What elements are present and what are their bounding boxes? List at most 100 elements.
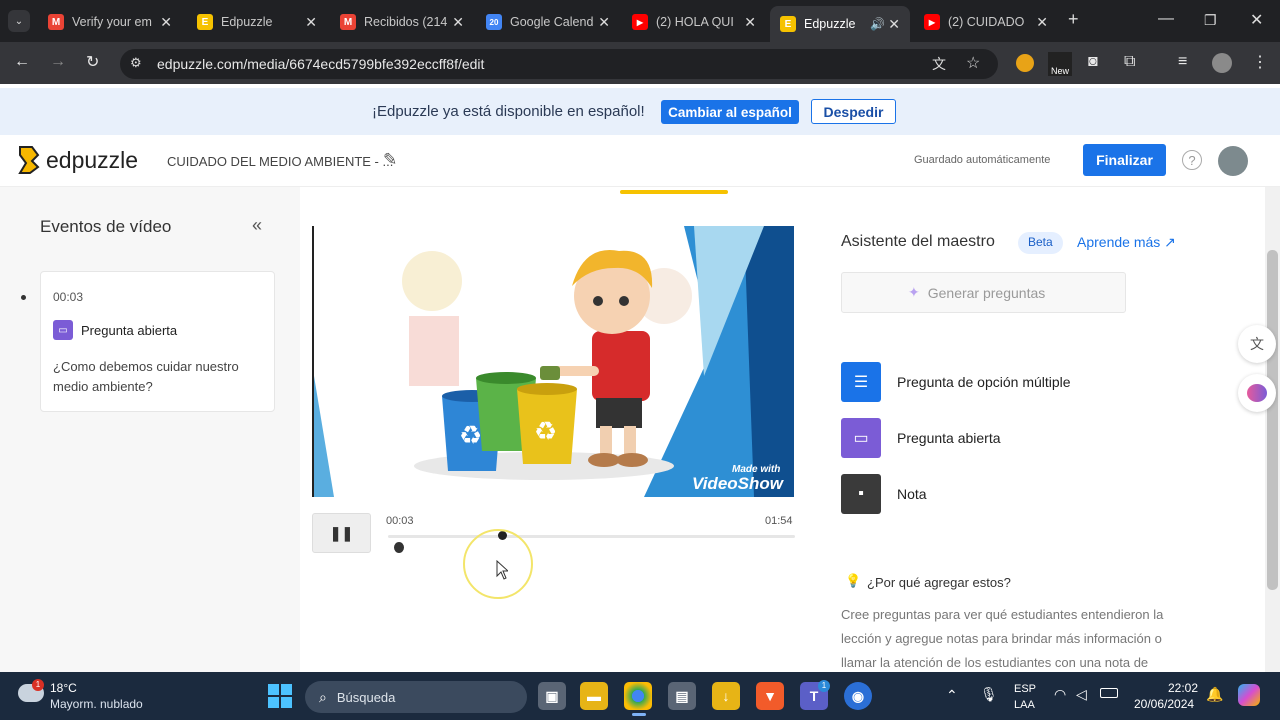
event-card[interactable]: 00:03 ▭ Pregunta abierta ¿Como debemos c… [40, 271, 275, 412]
edpuzzle-logo-icon[interactable] [16, 145, 42, 175]
dismiss-banner-button[interactable]: Despedir [811, 99, 896, 124]
extension-new-icon[interactable]: New [1048, 52, 1072, 76]
bookmark-star-icon[interactable]: ☆ [966, 53, 980, 73]
browser-tab[interactable]: 20 Google Calend ✕ [486, 8, 610, 36]
multiple-choice-label: Pregunta de opción múltiple [897, 374, 1071, 390]
close-window-icon[interactable]: ✕ [1250, 10, 1263, 30]
app-header: edpuzzle CUIDADO DEL MEDIO AMBIENTE - ..… [0, 135, 1280, 187]
battery-icon[interactable] [1100, 688, 1118, 698]
browser-tab-active[interactable]: E Edpuzzle 🔊 ✕ [770, 6, 910, 42]
active-app-indicator [632, 713, 646, 716]
browser-tab[interactable]: E Edpuzzle ✕ [197, 8, 317, 36]
generate-questions-button[interactable]: ✦ Generar preguntas [841, 272, 1126, 313]
close-tab-icon[interactable]: ✕ [452, 14, 464, 31]
tab-title: Edpuzzle [221, 15, 273, 29]
close-tab-icon[interactable]: ✕ [744, 14, 756, 31]
site-settings-icon[interactable]: ⚙ [130, 55, 142, 71]
add-note[interactable]: ▪ Nota [841, 473, 1141, 515]
address-bar[interactable]: ⚙ edpuzzle.com/media/6674ecd5799bfe392ec… [120, 49, 998, 79]
video-frame-illustration: ♻ ♻ [314, 226, 794, 497]
close-tab-icon[interactable]: ✕ [305, 14, 317, 31]
task-view-icon[interactable]: ▣ [538, 682, 566, 710]
mouse-cursor-icon [496, 560, 508, 580]
reload-icon[interactable]: ↻ [86, 52, 99, 72]
tab-list-button[interactable]: ⌄ [8, 10, 30, 32]
search-icon: ⌕ [319, 688, 327, 705]
translate-icon[interactable]: 文 [932, 54, 946, 74]
magic-wand-icon: ✦ [908, 284, 920, 300]
screencast-icon[interactable]: ◙ [1088, 53, 1098, 71]
close-tab-icon[interactable]: ✕ [1036, 14, 1048, 31]
brave-icon[interactable]: ▼ [756, 682, 784, 710]
show-hidden-icons[interactable]: ⌃ [946, 687, 958, 704]
language-code[interactable]: ESP [1014, 683, 1036, 695]
pause-button[interactable]: ❚❚ [312, 513, 371, 553]
close-tab-icon[interactable]: ✕ [888, 16, 900, 33]
wifi-icon[interactable]: ◠ [1054, 686, 1066, 703]
restore-icon[interactable]: ❐ [1204, 12, 1217, 29]
close-tab-icon[interactable]: ✕ [598, 14, 610, 31]
media-control-icon[interactable]: ≡ [1178, 53, 1187, 71]
beta-badge: Beta [1018, 232, 1063, 254]
open-question-icon: ▭ [53, 320, 73, 340]
edit-title-icon[interactable]: ✎ [383, 150, 397, 170]
brain-widget-icon[interactable] [1238, 374, 1276, 412]
file-explorer-icon[interactable]: ▬ [580, 682, 608, 710]
app-icon[interactable]: ◉ [844, 682, 872, 710]
browser-tab[interactable]: ▶ (2) HOLA QUI ✕ [632, 8, 756, 36]
start-button[interactable] [268, 684, 292, 708]
profile-avatar[interactable] [1212, 53, 1232, 73]
downloads-app-icon[interactable]: ↓ [712, 682, 740, 710]
volume-icon[interactable]: ◁ [1076, 686, 1087, 703]
video-player[interactable]: ♻ ♻ Made with VideoShow [312, 226, 794, 497]
translate-widget-icon[interactable]: 文 [1238, 325, 1276, 363]
extension-badge: New [1050, 66, 1069, 76]
taskbar-search[interactable]: ⌕ Búsqueda [305, 681, 527, 713]
url-text[interactable]: edpuzzle.com/media/6674ecd5799bfe392eccf… [157, 56, 484, 72]
extensions-puzzle-icon[interactable]: ⧉ [1124, 53, 1135, 71]
help-icon[interactable]: ? [1182, 150, 1202, 170]
tab-indicator [620, 190, 728, 194]
language-variant[interactable]: LAA [1014, 699, 1035, 711]
back-icon[interactable]: ← [14, 53, 30, 71]
browser-menu-icon[interactable]: ⋮ [1252, 52, 1268, 72]
clock-date[interactable]: 20/06/2024 [1134, 697, 1194, 711]
speaker-icon[interactable]: 🔊 [870, 17, 885, 31]
note-label: Nota [897, 486, 927, 502]
svg-text:♻: ♻ [459, 421, 482, 451]
youtube-icon: ▶ [924, 14, 940, 30]
teams-badge: 1 [818, 680, 830, 692]
multiple-choice-icon: ☰ [841, 362, 881, 402]
event-marker[interactable] [394, 542, 404, 553]
browser-tab[interactable]: ▶ (2) CUIDADO ✕ [924, 8, 1048, 36]
search-placeholder: Búsqueda [336, 689, 396, 705]
video-title: CUIDADO DEL MEDIO AMBIENTE - ... [167, 154, 394, 169]
copilot-icon[interactable] [1238, 684, 1260, 706]
finish-button[interactable]: Finalizar [1083, 144, 1166, 176]
switch-language-button[interactable]: Cambiar al español [661, 100, 799, 124]
minimize-icon[interactable]: — [1158, 10, 1174, 28]
add-open-question[interactable]: ▭ Pregunta abierta [841, 417, 1141, 459]
autosave-status: Guardado automáticamente [914, 154, 1051, 166]
page-scrollbar-thumb[interactable] [1267, 250, 1278, 590]
add-multiple-choice[interactable]: ☰ Pregunta de opción múltiple [841, 361, 1141, 403]
browser-tab[interactable]: M Recibidos (214 ✕ [340, 8, 464, 36]
microphone-icon[interactable]: 🎙 [980, 686, 998, 703]
progress-track[interactable] [388, 535, 795, 538]
browser-tab-bar: ⌄ M Verify your em ✕ E Edpuzzle ✕ M Recibidos… [0, 0, 1280, 42]
forward-icon[interactable]: → [50, 53, 66, 71]
new-tab-icon[interactable]: + [1068, 9, 1079, 30]
chrome-icon[interactable] [624, 682, 652, 710]
user-avatar[interactable] [1218, 146, 1248, 176]
event-question: ¿Como debemos cuidar nuestro medio ambie… [53, 359, 239, 394]
close-tab-icon[interactable]: ✕ [160, 14, 172, 31]
browser-tab[interactable]: M Verify your em ✕ [48, 8, 172, 36]
collapse-panel-icon[interactable]: « [252, 215, 262, 236]
notifications-bell-icon[interactable]: 🔔 [1206, 686, 1223, 703]
learn-more-link[interactable]: Aprende más ↗ [1077, 234, 1176, 251]
clock-time[interactable]: 22:02 [1168, 681, 1198, 695]
events-title: Eventos de vídeo [40, 217, 172, 236]
extension-icon[interactable] [1016, 54, 1034, 72]
store-icon[interactable]: ▤ [668, 682, 696, 710]
calendar-icon: 20 [486, 14, 502, 30]
